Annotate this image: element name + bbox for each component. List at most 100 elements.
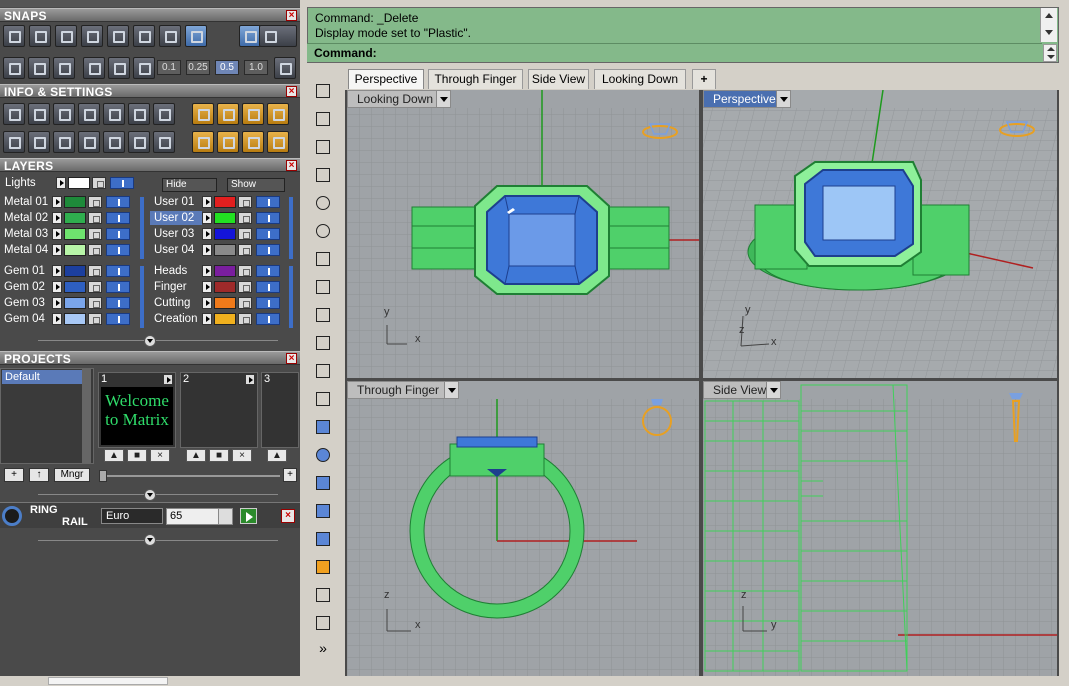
layer-name[interactable]: Finger: [150, 280, 202, 294]
tab-looking-down[interactable]: Looking Down: [594, 69, 686, 89]
color-swatch[interactable]: [214, 313, 236, 325]
layer-name[interactable]: Gem 01: [0, 264, 52, 278]
layer-row[interactable]: User 04: [150, 243, 290, 257]
filter-icon[interactable]: [103, 131, 125, 153]
lock-icon[interactable]: [88, 212, 102, 224]
scroll-bar[interactable]: [140, 197, 144, 259]
layer-name[interactable]: Metal 02: [0, 211, 52, 225]
snap-value-button[interactable]: 0.25: [186, 60, 210, 75]
size-system-field[interactable]: Euro: [101, 508, 163, 524]
chevron-down-icon[interactable]: [776, 91, 790, 107]
layer-name[interactable]: Metal 03: [0, 227, 52, 241]
visibility-toggle[interactable]: [256, 196, 280, 208]
zoom-in-button[interactable]: +: [283, 468, 297, 482]
expand-arrow-icon[interactable]: [202, 228, 212, 240]
add-tab-button[interactable]: +: [692, 69, 716, 89]
cube-icon[interactable]: [28, 57, 50, 79]
snap-near-icon[interactable]: [239, 25, 261, 47]
visibility-toggle[interactable]: [256, 313, 280, 325]
color-swatch[interactable]: [214, 297, 236, 309]
arc-icon[interactable]: [312, 248, 334, 270]
project-slot-3[interactable]: 3 ▲: [261, 372, 299, 462]
visibility-toggle[interactable]: [256, 244, 280, 256]
visibility-toggle[interactable]: [106, 196, 130, 208]
pen-icon[interactable]: [128, 103, 150, 125]
snap-mid-icon[interactable]: [29, 25, 51, 47]
delete-icon[interactable]: ×: [232, 449, 252, 462]
expand-arrow-icon[interactable]: [202, 265, 212, 277]
splitter[interactable]: [300, 0, 307, 686]
plugin-icon[interactable]: [192, 103, 214, 125]
expand-arrow-icon[interactable]: [52, 244, 62, 256]
lock-icon[interactable]: [92, 177, 106, 189]
color-swatch[interactable]: [214, 212, 236, 224]
layer-row[interactable]: Creation: [150, 312, 290, 326]
zoom-slider-handle[interactable]: [99, 470, 107, 482]
pave-icon[interactable]: [242, 131, 264, 153]
color-swatch[interactable]: [64, 265, 86, 277]
circle-icon[interactable]: [312, 192, 334, 214]
play-button[interactable]: [240, 508, 257, 524]
slot-arrow-icon[interactable]: [163, 374, 173, 385]
lock-icon[interactable]: [88, 297, 102, 309]
add-button[interactable]: +: [4, 468, 24, 482]
color-swatch[interactable]: [64, 313, 86, 325]
layer-row[interactable]: Gem 02: [0, 280, 140, 294]
layer-row[interactable]: Finger: [150, 280, 290, 294]
zoom-slider[interactable]: [100, 475, 280, 477]
expand-arrow-icon[interactable]: [52, 281, 62, 293]
visibility-toggle[interactable]: [106, 313, 130, 325]
snap-settings-icon[interactable]: [259, 25, 297, 47]
polygon-icon[interactable]: [312, 304, 334, 326]
snap-tan-icon[interactable]: [185, 25, 207, 47]
puzzle-icon[interactable]: [312, 528, 334, 550]
lock-icon[interactable]: [88, 244, 102, 256]
pencil-icon[interactable]: [53, 57, 75, 79]
layer-name[interactable]: Cutting: [150, 296, 202, 310]
expand-arrow-icon[interactable]: [52, 212, 62, 224]
layer-row[interactable]: Metal 01: [0, 195, 140, 209]
manager-button[interactable]: Mngr: [54, 468, 90, 482]
pave-move-icon[interactable]: [267, 131, 289, 153]
color-swatch[interactable]: [214, 265, 236, 277]
expand-arrow-icon[interactable]: [52, 297, 62, 309]
settings-icon[interactable]: [3, 103, 25, 125]
command-scrollbar[interactable]: [1040, 8, 1057, 42]
visibility-toggle[interactable]: [106, 297, 130, 309]
expand-arrow-icon[interactable]: [202, 196, 212, 208]
lock-icon[interactable]: [88, 281, 102, 293]
layer-name[interactable]: Gem 02: [0, 280, 52, 294]
layer-row[interactable]: Metal 03: [0, 227, 140, 241]
lock-icon[interactable]: [238, 265, 252, 277]
visibility-toggle[interactable]: [106, 265, 130, 277]
viewport-label[interactable]: Through Finger: [347, 381, 459, 399]
save-icon[interactable]: ■: [127, 449, 147, 462]
chevron-down-icon[interactable]: [218, 509, 232, 524]
expand-arrow-icon[interactable]: [202, 313, 212, 325]
material-icon[interactable]: [78, 103, 100, 125]
gem-icon[interactable]: [153, 103, 175, 125]
chevron-down-icon[interactable]: [444, 382, 458, 398]
layer-name[interactable]: Metal 04: [0, 243, 52, 257]
snap-value-button[interactable]: 1.0: [244, 60, 268, 75]
lock-icon[interactable]: [238, 313, 252, 325]
visibility-toggle[interactable]: [256, 297, 280, 309]
color-swatch[interactable]: [64, 212, 86, 224]
snap-point-icon[interactable]: [81, 25, 103, 47]
lights-arrow[interactable]: [56, 177, 66, 189]
size-value-select[interactable]: 65: [166, 508, 233, 525]
replace-icon[interactable]: [217, 103, 239, 125]
point-icon[interactable]: [312, 108, 334, 130]
close-icon[interactable]: ×: [286, 86, 297, 97]
layer-name[interactable]: Gem 04: [0, 312, 52, 326]
cylinder-icon[interactable]: [78, 131, 100, 153]
color-swatch[interactable]: [64, 228, 86, 240]
layer-name[interactable]: User 02: [150, 211, 202, 225]
lock-icon[interactable]: [238, 297, 252, 309]
close-icon[interactable]: ×: [281, 509, 295, 523]
wrench-icon[interactable]: [312, 612, 334, 634]
lights-swatch[interactable]: [68, 177, 90, 189]
lock-icon[interactable]: [238, 228, 252, 240]
ellipse-icon[interactable]: [312, 220, 334, 242]
collapse-button[interactable]: [144, 335, 156, 347]
